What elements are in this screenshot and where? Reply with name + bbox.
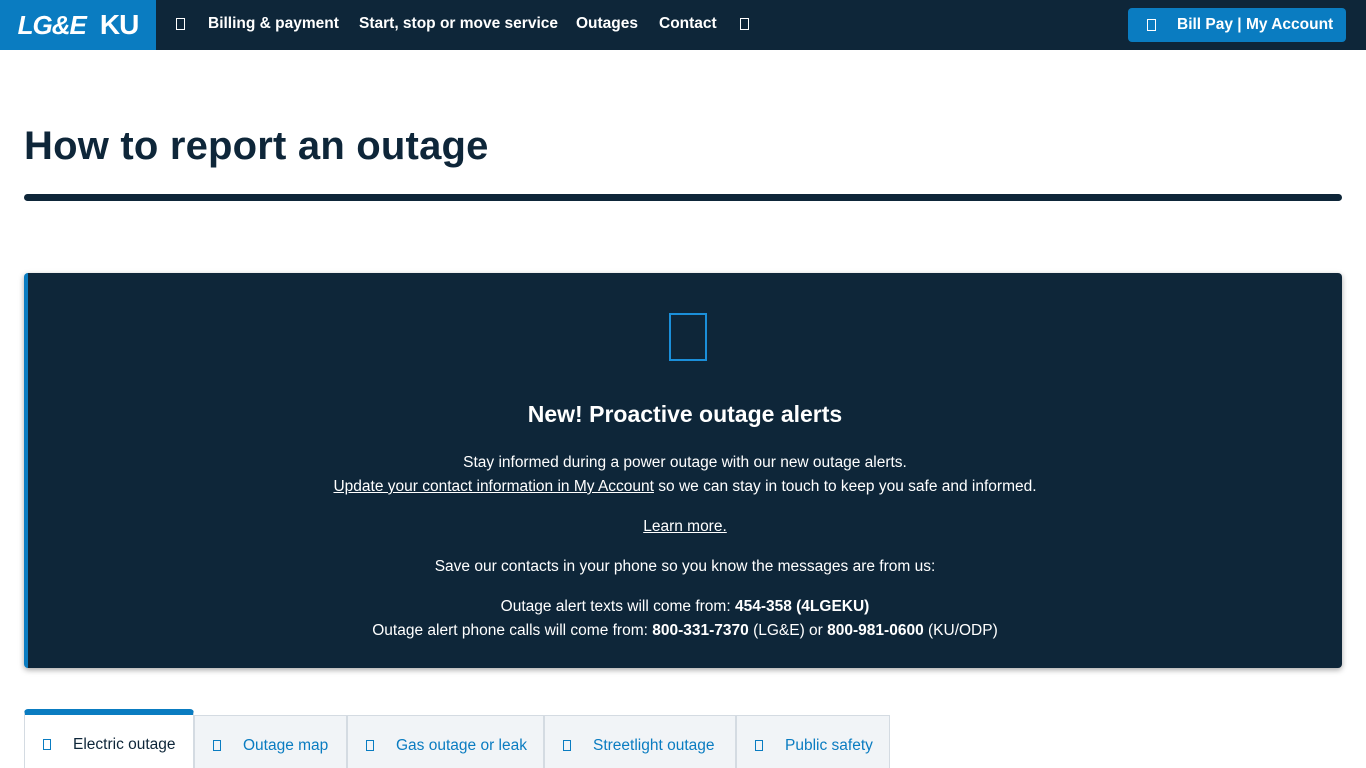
- tab-outage-map[interactable]: Outage map: [194, 715, 347, 768]
- search-icon[interactable]: [737, 13, 751, 35]
- bill-pay-my-account-button[interactable]: Bill Pay | My Account: [1128, 8, 1346, 42]
- ku-logo: KU: [99, 9, 139, 40]
- nav-billing-payment[interactable]: Billing & payment: [208, 15, 339, 33]
- tab-label: Gas outage or leak: [396, 737, 527, 754]
- tab-label: Outage map: [243, 737, 329, 754]
- tab-label: Streetlight outage: [593, 737, 715, 754]
- lge-logo: LG&E: [17, 9, 87, 40]
- tab-streetlight-outage[interactable]: Streetlight outage: [544, 715, 736, 768]
- alert-calls-line: Outage alert phone calls will come from:…: [28, 622, 1342, 640]
- top-nav-bar: LG&E KU Billing & payment Start, stop or…: [0, 0, 1366, 50]
- learn-more-link[interactable]: Learn more.: [643, 518, 727, 535]
- user-icon: [1147, 19, 1156, 31]
- alert-intro-text: Stay informed during a power outage with…: [463, 454, 907, 471]
- proactive-alerts-panel: New! Proactive outage alerts Stay inform…: [24, 273, 1342, 668]
- tab-gas-outage-leak[interactable]: Gas outage or leak: [347, 715, 544, 768]
- page-title: How to report an outage: [24, 124, 489, 168]
- calls-number-lge: 800-331-7370: [652, 622, 749, 639]
- calls-mid: (LG&E) or: [748, 622, 828, 639]
- alert-texts-line: Outage alert texts will come from: 454-3…: [28, 598, 1342, 616]
- texts-prefix: Outage alert texts will come from:: [500, 598, 735, 615]
- bill-pay-my-account-label: Bill Pay | My Account: [1177, 16, 1334, 33]
- menu-icon[interactable]: [173, 13, 187, 35]
- mobile-phone-icon: [669, 313, 707, 361]
- streetlight-icon: [563, 740, 571, 751]
- warning-icon: [755, 740, 763, 751]
- calls-number-ku: 800-981-0600: [827, 622, 924, 639]
- nav-outages[interactable]: Outages: [576, 15, 638, 33]
- alert-update-line: Update your contact information in My Ac…: [28, 478, 1342, 496]
- nav-contact[interactable]: Contact: [659, 15, 717, 33]
- home-logo-link[interactable]: LG&E KU: [0, 0, 156, 50]
- texts-number: 454-358 (4LGEKU): [734, 598, 870, 615]
- nav-start-stop-move[interactable]: Start, stop or move service: [359, 15, 558, 33]
- lightning-icon: [43, 739, 51, 750]
- tab-label: Electric outage: [73, 736, 176, 753]
- tab-public-safety[interactable]: Public safety: [736, 715, 890, 768]
- alert-title: New! Proactive outage alerts: [527, 401, 843, 427]
- tab-electric-outage[interactable]: Electric outage: [24, 709, 194, 768]
- calls-suffix: (KU/ODP): [923, 622, 998, 639]
- alert-update-rest: so we can stay in touch to keep you safe…: [653, 478, 1037, 495]
- flame-icon: [366, 740, 374, 751]
- save-contacts-text: Save our contacts in your phone so you k…: [434, 558, 936, 575]
- title-divider: [24, 194, 1342, 201]
- calls-prefix: Outage alert phone calls will come from:: [372, 622, 653, 639]
- update-contact-info-link[interactable]: Update your contact information in My Ac…: [333, 478, 654, 495]
- tab-label: Public safety: [785, 737, 873, 754]
- map-icon: [213, 740, 221, 751]
- learn-more-line: Learn more.: [28, 518, 1342, 536]
